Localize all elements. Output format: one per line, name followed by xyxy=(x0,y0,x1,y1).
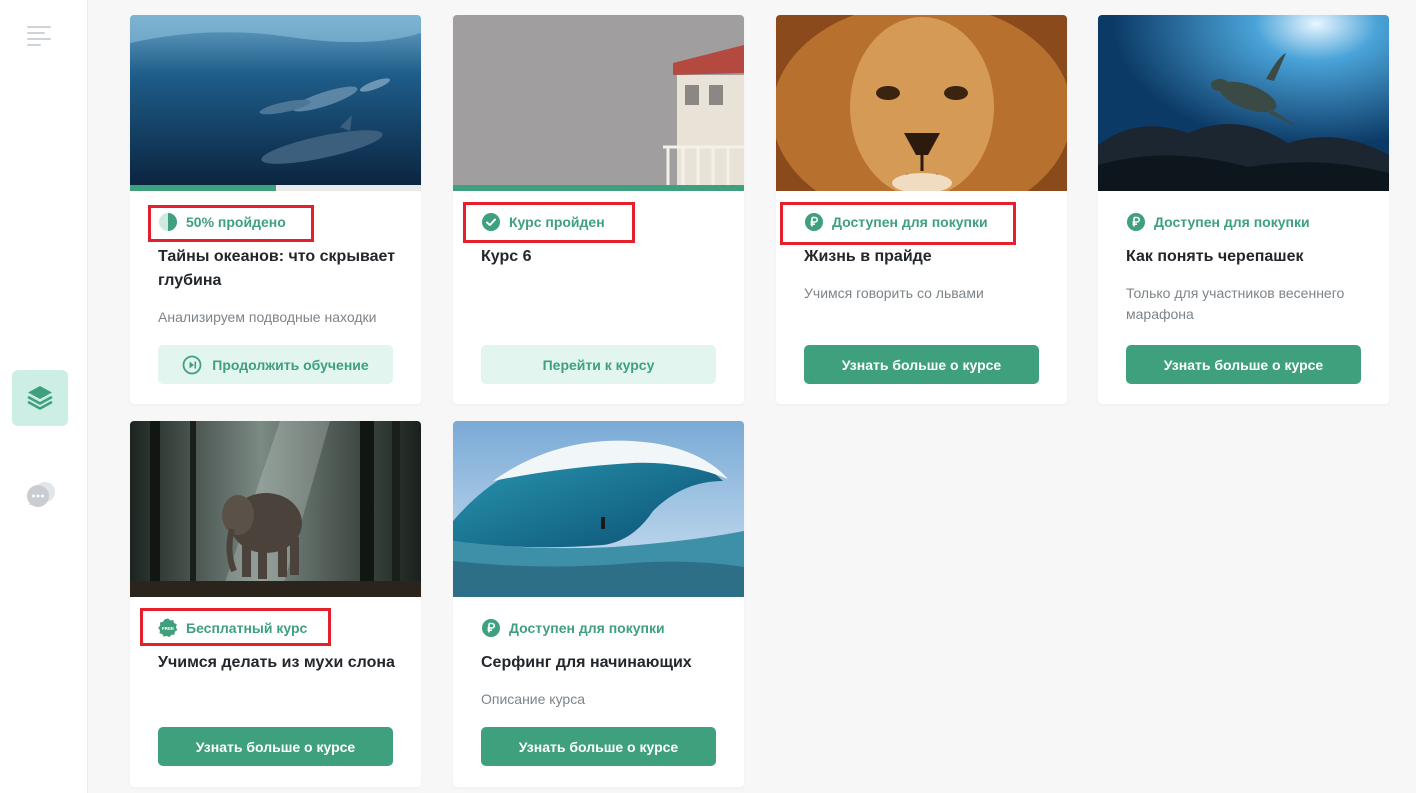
course-card[interactable]: Доступен для покупки Серфинг для начинаю… xyxy=(453,421,744,787)
learn-more-label: Узнать больше о курсе xyxy=(841,356,1002,373)
continue-learning-label: Продолжить обучение xyxy=(212,356,369,373)
course-description: Анализируем подводные находки xyxy=(158,309,377,325)
free-badge-text: FREE xyxy=(162,626,174,631)
learn-more-button[interactable]: Узнать больше о курсе xyxy=(481,727,716,766)
course-title: Жизнь в прайде xyxy=(804,248,932,265)
learn-more-label: Узнать больше о курсе xyxy=(1163,356,1324,373)
ruble-coin-icon xyxy=(805,213,823,231)
course-status-label: Курс пройден xyxy=(509,214,605,230)
course-title: Как понять черепашек xyxy=(1126,248,1304,265)
sidebar xyxy=(0,0,88,793)
course-status: Доступен для покупки xyxy=(481,618,665,638)
course-card[interactable]: FREE Бесплатный курс Учимся делать из му… xyxy=(130,421,421,787)
course-thumbnail-turtle xyxy=(1098,15,1389,191)
course-card[interactable]: Доступен для покупки Жизнь в прайде Учим… xyxy=(776,15,1067,404)
ruble-coin-icon xyxy=(482,619,500,637)
course-status: FREE Бесплатный курс xyxy=(158,618,307,638)
check-circle-icon xyxy=(482,213,500,231)
course-status: Курс пройден xyxy=(481,212,605,232)
course-status: 50% пройдено xyxy=(158,212,286,232)
course-progress-fill xyxy=(130,185,276,191)
course-status-label: 50% пройдено xyxy=(186,214,286,230)
course-title: Учимся делать из мухи слона xyxy=(158,654,395,671)
continue-learning-button[interactable]: Продолжить обучение xyxy=(158,345,393,384)
course-status-label: Доступен для покупки xyxy=(1154,214,1310,230)
course-title: Курс 6 xyxy=(481,248,532,265)
course-card[interactable]: Курс пройден Курс 6 Перейти к курсу xyxy=(453,15,744,404)
chat-bubble-icon xyxy=(27,482,55,507)
sidebar-item-chat[interactable] xyxy=(24,478,58,512)
course-thumbnail-tower xyxy=(453,15,744,185)
course-thumbnail-elephant xyxy=(130,421,421,597)
course-status-label: Доступен для покупки xyxy=(509,620,665,636)
course-progress-bar xyxy=(453,185,744,191)
half-circle-progress-icon xyxy=(159,213,177,231)
go-to-course-label: Перейти к курсу xyxy=(542,356,655,373)
ruble-coin-icon xyxy=(1127,213,1145,231)
course-description: Только для участников весеннего марафона xyxy=(1126,285,1345,322)
course-card[interactable]: Доступен для покупки Как понять черепаше… xyxy=(1098,15,1389,404)
learn-more-button[interactable]: Узнать больше о курсе xyxy=(158,727,393,766)
free-badge-icon: FREE xyxy=(158,618,178,638)
course-status: Доступен для покупки xyxy=(1126,212,1310,232)
course-thumbnail-surf xyxy=(453,421,744,597)
hamburger-menu-icon[interactable] xyxy=(27,24,53,46)
learn-more-button[interactable]: Узнать больше о курсе xyxy=(804,345,1039,384)
learn-more-label: Узнать больше о курсе xyxy=(195,738,356,755)
course-card[interactable]: 50% пройдено Тайны океанов: что скрывает… xyxy=(130,15,421,404)
learn-more-button[interactable]: Узнать больше о курсе xyxy=(1126,345,1361,384)
course-thumbnail-lion xyxy=(776,15,1067,191)
course-description: Учимся говорить со львами xyxy=(804,285,984,301)
course-status-label: Бесплатный курс xyxy=(186,620,308,636)
learn-more-label: Узнать больше о курсе xyxy=(518,738,679,755)
layers-icon xyxy=(27,386,53,410)
course-title: Тайны океанов: что скрывает глубина xyxy=(158,248,396,289)
course-thumbnail-dolphins xyxy=(130,15,421,185)
sidebar-item-courses[interactable] xyxy=(12,370,68,426)
go-to-course-button[interactable]: Перейти к курсу xyxy=(481,345,716,384)
course-progress-fill xyxy=(453,185,744,191)
course-status-label: Доступен для покупки xyxy=(832,214,988,230)
course-status: Доступен для покупки xyxy=(804,212,988,232)
course-title: Серфинг для начинающих xyxy=(481,654,692,671)
play-next-icon xyxy=(182,355,202,374)
course-description: Описание курса xyxy=(481,691,586,707)
course-progress-bar xyxy=(130,185,421,191)
